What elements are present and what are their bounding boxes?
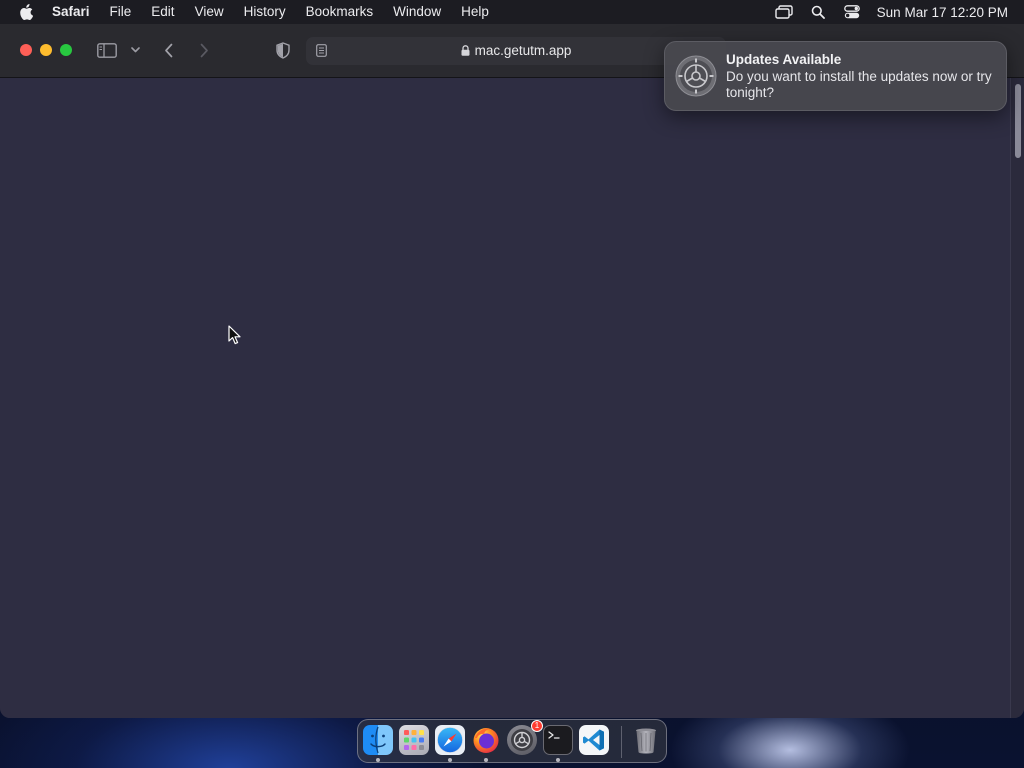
- spotlight-search-icon[interactable]: [801, 0, 835, 24]
- launchpad-icon[interactable]: [399, 725, 429, 755]
- system-settings-gear-icon: [675, 55, 717, 102]
- apple-logo-icon[interactable]: [0, 4, 52, 20]
- safari-icon[interactable]: [435, 725, 465, 755]
- minimize-window-button[interactable]: [40, 44, 52, 56]
- url-text-container: mac.getutm.app: [306, 37, 726, 66]
- running-indicator-firefox: [484, 758, 488, 762]
- close-window-button[interactable]: [20, 44, 32, 56]
- running-indicator-finder: [376, 758, 380, 762]
- terminal-icon[interactable]: [543, 725, 573, 755]
- menu-bookmarks[interactable]: Bookmarks: [296, 0, 384, 24]
- menu-history[interactable]: History: [234, 0, 296, 24]
- mouse-cursor-icon: [228, 325, 242, 350]
- menu-help[interactable]: Help: [451, 0, 499, 24]
- safari-window: mac.getutm.app: [0, 24, 1024, 718]
- dock-separator: [621, 726, 622, 758]
- zoom-window-button[interactable]: [60, 44, 72, 56]
- vertical-scrollbar[interactable]: [1010, 78, 1024, 718]
- vscode-icon[interactable]: [579, 725, 609, 755]
- trash-icon[interactable]: [631, 725, 661, 755]
- menu-file[interactable]: File: [100, 0, 142, 24]
- privacy-shield-icon[interactable]: [274, 41, 292, 59]
- firefox-icon[interactable]: [471, 725, 501, 755]
- sidebar-toggle-icon[interactable]: [96, 41, 118, 59]
- dock: 1: [357, 719, 667, 763]
- notification-title: Updates Available: [726, 52, 842, 67]
- notification-body: Do you want to install the updates now o…: [726, 69, 992, 100]
- address-bar[interactable]: mac.getutm.app: [306, 37, 726, 65]
- chevron-down-icon[interactable]: [129, 44, 141, 56]
- running-indicator-safari: [448, 758, 452, 762]
- forward-arrow-icon[interactable]: [196, 42, 212, 58]
- scrollbar-thumb[interactable]: [1015, 84, 1021, 158]
- menu-window[interactable]: Window: [383, 0, 451, 24]
- screen-mirroring-icon[interactable]: [767, 0, 801, 24]
- update-badge: 1: [531, 720, 543, 732]
- finder-icon[interactable]: [363, 725, 393, 755]
- web-page-content[interactable]: [0, 78, 1024, 718]
- back-arrow-icon[interactable]: [160, 42, 176, 58]
- menu-app-name[interactable]: Safari: [52, 0, 100, 24]
- menu-view[interactable]: View: [185, 0, 234, 24]
- lock-icon: [461, 38, 470, 66]
- running-indicator-terminal: [556, 758, 560, 762]
- control-center-icon[interactable]: [835, 0, 869, 24]
- url-text: mac.getutm.app: [474, 43, 572, 58]
- menu-bar: Safari File Edit View History Bookmarks …: [0, 0, 1024, 24]
- menu-edit[interactable]: Edit: [141, 0, 184, 24]
- system-settings-icon[interactable]: 1: [507, 720, 543, 755]
- menu-bar-clock[interactable]: Sun Mar 17 12:20 PM: [869, 5, 1008, 20]
- updates-notification[interactable]: Updates Available Do you want to install…: [664, 41, 1007, 111]
